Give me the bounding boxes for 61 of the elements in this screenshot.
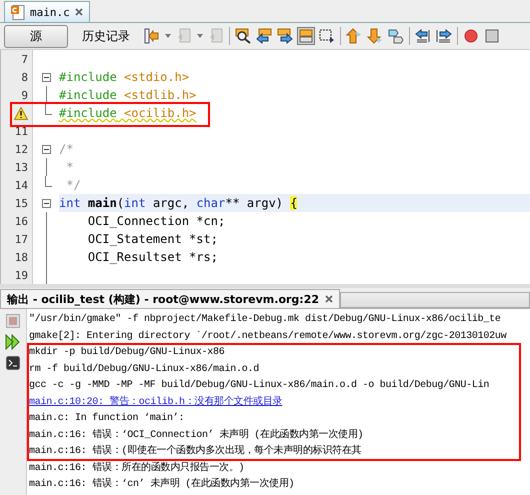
code-line: */ [65, 177, 81, 194]
right-arrow-icon[interactable] [277, 28, 293, 44]
output-line: main.c:16: 错误：‘cn’ 未声明 (在此函数内第一次使用) [29, 477, 294, 492]
fold-toggle-icon[interactable] [42, 72, 50, 82]
output-line: gcc -c -g -MMD -MP -MF build/Debug/GNU-Linux-x86/main.o.d -o build/Debug/GNU-Lin [29, 378, 490, 393]
shift-left-icon[interactable] [415, 28, 431, 44]
line-number: 14 [14, 178, 28, 192]
fold-toggle-icon[interactable] [42, 144, 50, 154]
dropdown-caret-icon[interactable] [197, 34, 203, 38]
output-line: main.c:16: 错误：‘OCI_Connection’ 未声明 (在此函数内第一次使用) [29, 428, 364, 442]
code-line: OCI_Statement *st; [86, 231, 218, 248]
close-icon[interactable] [325, 295, 334, 303]
line-number: 8 [21, 70, 28, 84]
line-number: 17 [14, 232, 28, 246]
output-line: main.c:16: 错误：(即使在一个函数内多次出现，每个未声明的标识符在其 [29, 444, 362, 459]
line-number: 11 [14, 124, 28, 138]
line-number: 9 [21, 88, 28, 102]
output-tab[interactable]: 输出 - ocilib_test (构建) - root@www.storevm.org:22 [0, 289, 340, 308]
code-line: #include <stdlib.h> [59, 87, 196, 104]
code-line: OCI_Connection *cn; [86, 213, 226, 230]
rerun-icon[interactable] [5, 334, 21, 350]
code-line: #include <ocilib.h> [59, 105, 196, 122]
output-line: main.c: In function ‘main’: [29, 412, 184, 426]
close-icon[interactable] [74, 8, 83, 16]
code-line: #include <stdio.h> [59, 69, 190, 86]
output-line: gmake[2]: Entering directory `/root/.netbeans/remote/www.storevm.org/zgc-20130102uw [29, 330, 506, 344]
code-line: int main(int argc, char** argv) { [59, 195, 298, 212]
output-line: rm -f build/Debug/GNU-Linux-x86/main.o.d [29, 362, 260, 376]
warning-link[interactable]: main.c:10:20: 警告：ocilib.h：没有那个文件或目录 [29, 394, 282, 411]
output-line: main.c:16: 错误：所在的函数内只报告一次。) [29, 460, 244, 476]
view-tab[interactable]: 历史记录 [73, 24, 139, 48]
back-icon[interactable] [144, 28, 160, 44]
fold-toggle-icon[interactable] [42, 198, 50, 208]
output-line: "/usr/bin/gmake" -f nbproject/Makefile-Debug.mk dist/Debug/GNU-Linux-x86/ocilib_te [29, 312, 501, 327]
output-line: mkdir -p build/Debug/GNU-Linux-x86 [29, 346, 225, 360]
line-number: 12 [14, 142, 28, 156]
line-number: 19 [14, 268, 28, 282]
left-arrow-icon[interactable] [256, 28, 272, 44]
line-number: 7 [21, 52, 28, 66]
shape-icon[interactable] [388, 28, 404, 44]
editor-tab[interactable]: main.c [4, 1, 90, 22]
search-icon[interactable] [235, 28, 251, 44]
shift-right-icon[interactable] [436, 28, 452, 44]
line-number: 16 [14, 214, 28, 228]
stop-icon[interactable] [484, 28, 500, 44]
terminal-icon[interactable] [6, 356, 20, 370]
record-icon[interactable] [463, 28, 479, 44]
file-icon [11, 4, 25, 20]
line-number: 18 [14, 250, 28, 264]
toggle-icon[interactable] [298, 28, 314, 44]
view-tab[interactable]: 源 [4, 24, 68, 48]
code-line: * [65, 159, 74, 176]
code-line: OCI_Resultset *rs; [86, 249, 218, 266]
code-line: /* [59, 141, 74, 158]
line-number: 15 [14, 196, 28, 210]
dropdown-caret-icon[interactable] [165, 34, 171, 38]
line-number: 13 [14, 160, 28, 174]
down-arrow-icon[interactable] [367, 28, 383, 44]
selection-icon[interactable] [319, 28, 335, 44]
up-arrow-icon[interactable] [346, 28, 362, 44]
warning-icon[interactable] [14, 106, 28, 120]
